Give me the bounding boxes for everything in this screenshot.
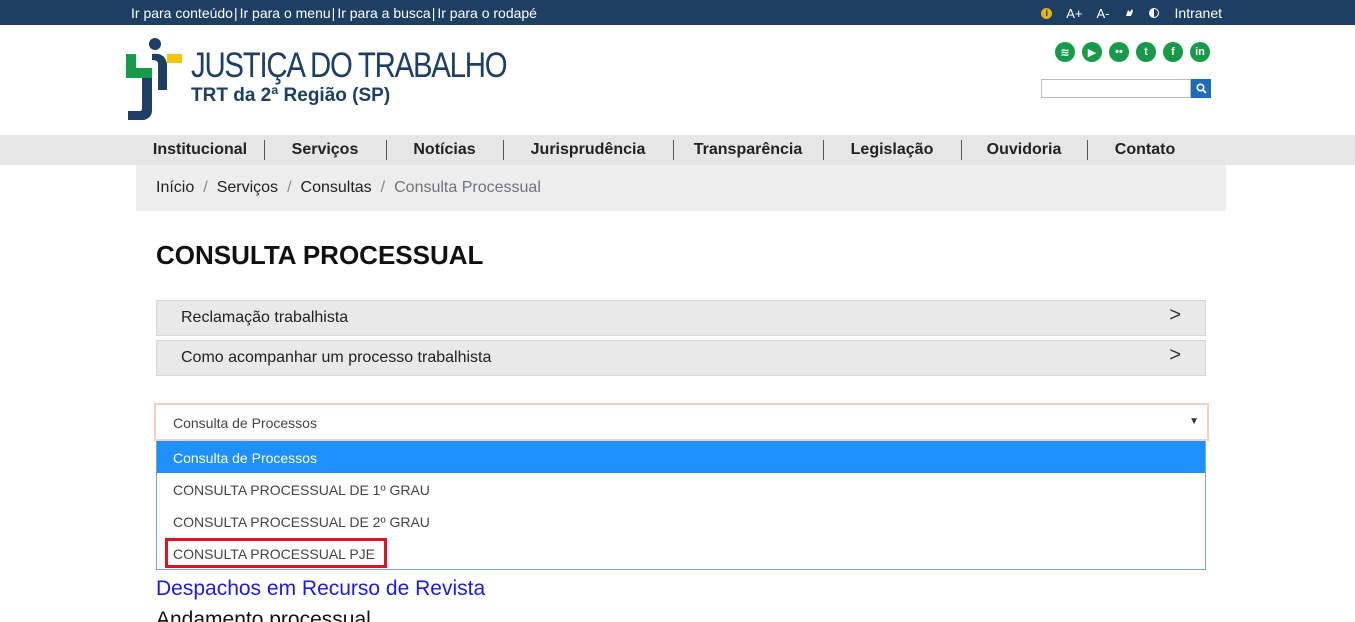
page-title: CONSULTA PROCESSUAL: [156, 240, 484, 270]
nav-item-servicos[interactable]: Serviços: [264, 135, 386, 165]
separator: |: [233, 5, 238, 21]
youtube-icon[interactable]: ▶: [1082, 42, 1102, 62]
linkedin-icon[interactable]: in: [1190, 42, 1210, 62]
nav-item-legislacao[interactable]: Legislação: [823, 135, 961, 165]
twitter-icon[interactable]: t: [1136, 42, 1156, 62]
skip-to-menu-link[interactable]: Ir para o menu: [240, 5, 331, 21]
sign-language-icon[interactable]: [1124, 6, 1135, 21]
select-dropdown: Consulta de Processos CONSULTA PROCESSUA…: [156, 441, 1206, 570]
breadcrumb-home[interactable]: Início: [156, 179, 194, 197]
breadcrumb-bar: Início / Serviços / Consultas / Consulta…: [136, 165, 1226, 211]
nav-item-ouvidoria[interactable]: Ouvidoria: [961, 135, 1087, 165]
search-input[interactable]: [1041, 79, 1191, 98]
breadcrumb-servicos[interactable]: Serviços: [217, 179, 278, 197]
nav-item-jurisprudencia[interactable]: Jurisprudência: [503, 135, 673, 165]
option-label: CONSULTA PROCESSUAL DE 2º GRAU: [173, 514, 430, 530]
consulta-select[interactable]: Consulta de Processos ▼: [154, 403, 1209, 441]
skip-to-footer-link[interactable]: Ir para o rodapé: [437, 5, 537, 21]
chevron-right-icon: >: [1169, 344, 1181, 366]
despachos-link[interactable]: Despachos em Recurso de Revista: [156, 577, 485, 601]
breadcrumb: Início / Serviços / Consultas / Consulta…: [156, 179, 541, 197]
caret-down-icon: ▼: [1189, 416, 1199, 427]
accordion-reclamacao[interactable]: Reclamação trabalhista >: [156, 300, 1206, 336]
option-label: Consulta de Processos: [173, 450, 317, 466]
social-links: ≋ ▶ •• t f in: [1055, 42, 1210, 62]
search-icon: [1195, 83, 1207, 94]
option-label: CONSULTA PROCESSUAL PJE: [173, 546, 376, 562]
site-logo[interactable]: JUSTIÇA DO TRABALHO TRT da 2ª Região (SP…: [125, 38, 566, 122]
logo-text: JUSTIÇA DO TRABALHO TRT da 2ª Região (SP…: [191, 48, 566, 107]
facebook-icon[interactable]: f: [1163, 42, 1183, 62]
nav-item-noticias[interactable]: Notícias: [386, 135, 503, 165]
info-icon[interactable]: i: [1041, 7, 1053, 19]
contrast-icon[interactable]: [1148, 8, 1159, 18]
select-value: Consulta de Processos: [173, 415, 317, 431]
nav-item-institucional[interactable]: Institucional: [136, 135, 264, 165]
font-increase-button[interactable]: A+: [1066, 6, 1082, 21]
option-consulta-pje[interactable]: CONSULTA PROCESSUAL PJE: [157, 537, 1205, 569]
nav-item-transparencia[interactable]: Transparência: [673, 135, 823, 165]
breadcrumb-current: Consulta Processual: [394, 179, 541, 196]
option-consulta-de-processos[interactable]: Consulta de Processos: [157, 441, 1205, 473]
separator: |: [331, 5, 336, 21]
accessibility-bar: Ir para conteúdo | Ir para o menu | Ir par…: [0, 0, 1355, 25]
option-label: CONSULTA PROCESSUAL DE 1º GRAU: [173, 482, 430, 498]
breadcrumb-separator: /: [380, 179, 386, 196]
logo-title: JUSTIÇA DO TRABALHO: [191, 46, 508, 85]
skip-to-content-link[interactable]: Ir para conteúdo: [131, 5, 233, 21]
separator: |: [431, 5, 436, 21]
accordion-acompanhar[interactable]: Como acompanhar um processo trabalhista …: [156, 340, 1206, 376]
flickr-icon[interactable]: ••: [1109, 42, 1129, 62]
skip-to-search-link[interactable]: Ir para a busca: [337, 5, 430, 21]
logo-subtitle: TRT da 2ª Região (SP): [191, 85, 391, 106]
intranet-link[interactable]: Intranet: [1175, 5, 1222, 21]
breadcrumb-separator: /: [287, 179, 292, 196]
rss-icon[interactable]: ≋: [1055, 42, 1075, 62]
nav-item-contato[interactable]: Contato: [1087, 135, 1203, 165]
breadcrumb-consultas[interactable]: Consultas: [301, 179, 372, 197]
search-button[interactable]: [1191, 79, 1211, 98]
font-decrease-button[interactable]: A-: [1097, 6, 1110, 21]
andamento-heading: Andamento processual: [156, 608, 371, 622]
breadcrumb-separator: /: [203, 179, 208, 196]
option-consulta-1-grau[interactable]: CONSULTA PROCESSUAL DE 1º GRAU: [157, 473, 1205, 505]
accessibility-tools: i A+ A- Intranet: [1041, 5, 1222, 21]
accordion-label: Reclamação trabalhista: [181, 309, 349, 326]
main-nav: Institucional Serviços Notícias Jurispru…: [0, 135, 1355, 165]
logo-mark-icon: [125, 38, 183, 122]
accordion-label: Como acompanhar um processo trabalhista: [181, 349, 492, 366]
chevron-right-icon: >: [1169, 304, 1181, 326]
skip-links: Ir para conteúdo | Ir para o menu | Ir par…: [131, 5, 537, 21]
option-consulta-2-grau[interactable]: CONSULTA PROCESSUAL DE 2º GRAU: [157, 505, 1205, 537]
